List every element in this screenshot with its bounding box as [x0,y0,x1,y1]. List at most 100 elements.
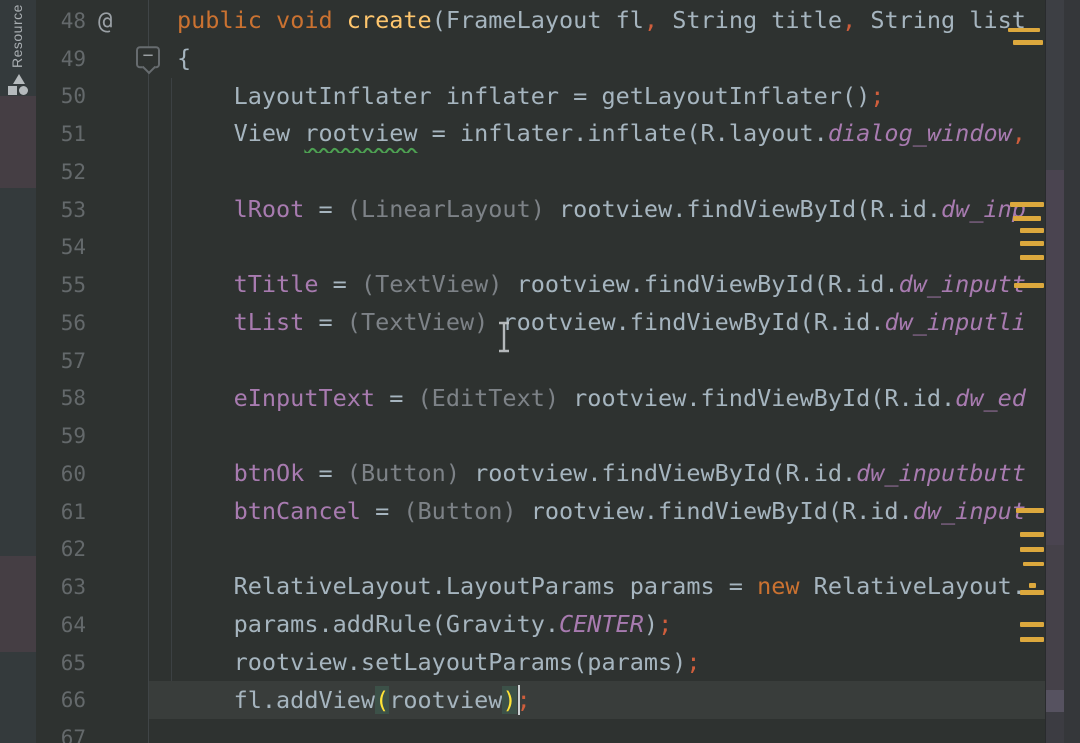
square-shape [8,86,17,95]
gutter-icon-zone[interactable] [86,568,148,606]
warning-stripe-mark[interactable] [1020,590,1044,595]
gutter-icon-zone[interactable] [86,380,148,418]
code-text[interactable]: RelativeLayout.LayoutParams params = new… [148,568,1045,606]
gutter-icon-zone[interactable] [86,417,148,455]
warning-stripe-mark[interactable] [1029,583,1036,588]
line-number[interactable]: 59 [36,424,86,448]
code-text[interactable]: params.addRule(Gravity.CENTER); [148,606,1045,644]
code-token: ; [686,647,701,676]
line-number[interactable]: 57 [36,349,86,373]
code-text[interactable]: { [148,40,1045,78]
gutter-icon-zone[interactable] [86,153,148,191]
code-line[interactable]: 63 RelativeLayout.LayoutParams params = … [36,568,1045,606]
tool-window-stripe[interactable]: Resource Manager [0,0,36,743]
gutter-icon-zone[interactable] [86,342,148,380]
gutter-icon-zone[interactable] [86,304,148,342]
code-line[interactable]: 61 btnCancel = (Button) rootview.findVie… [36,493,1045,531]
warning-stripe-mark[interactable] [1013,40,1043,45]
gutter-icon-zone[interactable] [86,229,148,267]
annotation-gutter-icon[interactable]: @ [98,7,112,35]
code-editor[interactable]: 48 @ public void create(FrameLayout fl, St… [36,2,1045,743]
warning-stripe-mark[interactable] [1014,283,1044,288]
gutter-icon-zone[interactable] [86,682,148,720]
code-line[interactable]: 59 [36,417,1045,455]
line-number[interactable]: 66 [36,688,86,712]
line-number[interactable]: 51 [36,122,86,146]
code-line[interactable]: 49 −{ [36,40,1045,78]
warning-stripe-mark[interactable] [1020,228,1044,233]
line-number[interactable]: 49 [36,47,86,71]
scrollbar-thumb[interactable] [1046,690,1065,712]
code-line[interactable]: 51 View rootview = inflater.inflate(R.la… [36,115,1045,153]
code-text[interactable]: rootview.setLayoutParams(params); [148,644,1045,682]
gutter-icon-zone[interactable] [86,266,148,304]
code-text[interactable]: public void create(FrameLayout fl, Strin… [148,2,1045,40]
line-number[interactable]: 48 [36,9,86,33]
warning-stripe-mark[interactable] [1023,562,1044,566]
resource-manager-tab-label[interactable]: Resource Manager [9,0,25,68]
line-number[interactable]: 60 [36,462,86,486]
line-number[interactable]: 54 [36,235,86,259]
code-line[interactable]: 56 tList = (TextView) rootview.findViewB… [36,304,1045,342]
code-line[interactable]: 66 fl.addView(rootview); [36,682,1045,720]
code-line[interactable]: 52 [36,153,1045,191]
line-number[interactable]: 63 [36,575,86,599]
code-line[interactable]: 54 [36,229,1045,267]
code-line[interactable]: 62 [36,531,1045,569]
fold-collapse-icon[interactable]: − [136,45,160,68]
code-line[interactable]: 64 params.addRule(Gravity.CENTER); [36,606,1045,644]
line-number[interactable]: 61 [36,500,86,524]
code-line[interactable]: 48 @ public void create(FrameLayout fl, St… [36,2,1045,40]
code-text[interactable]: tList = (TextView) rootview.findViewById… [148,304,1045,342]
warning-stripe-mark[interactable] [1020,622,1044,627]
code-line[interactable]: 55 tTitle = (TextView) rootview.findView… [36,266,1045,304]
code-line[interactable]: 57 [36,342,1045,380]
line-number[interactable]: 56 [36,311,86,335]
gutter-icon-zone[interactable] [86,719,148,743]
line-number[interactable]: 64 [36,613,86,637]
gutter-icon-zone[interactable] [86,191,148,229]
code-text[interactable]: lRoot = (LinearLayout) rootview.findView… [148,191,1045,229]
code-text[interactable]: tTitle = (TextView) rootview.findViewByI… [148,266,1045,304]
code-text[interactable]: LayoutInflater inflater = getLayoutInfla… [148,78,1045,116]
code-line[interactable]: 58 eInputText = (EditText) rootview.find… [36,380,1045,418]
code-line[interactable]: 53 lRoot = (LinearLayout) rootview.findV… [36,191,1045,229]
warning-stripe-mark[interactable] [1016,508,1044,513]
warning-stripe-mark[interactable] [1013,216,1041,221]
line-number[interactable]: 67 [36,726,86,743]
line-number[interactable]: 58 [36,386,86,410]
gutter-icon-zone[interactable]: − [86,40,160,78]
line-number[interactable]: 53 [36,198,86,222]
code-text[interactable]: eInputText = (EditText) rootview.findVie… [148,380,1045,418]
code-text[interactable]: fl.addView(rootview); [148,682,1045,720]
code-line[interactable]: 60 btnOk = (Button) rootview.findViewByI… [36,455,1045,493]
line-number[interactable]: 55 [36,273,86,297]
code-text[interactable]: btnCancel = (Button) rootview.findViewBy… [148,493,1045,531]
warning-stripe-mark[interactable] [1020,241,1044,246]
code-line[interactable]: 50 LayoutInflater inflater = getLayoutIn… [36,78,1045,116]
warning-stripe-mark[interactable] [1010,202,1044,207]
scrollbar-track[interactable] [1045,0,1065,743]
gutter-icon-zone[interactable] [86,644,148,682]
gutter-icon-zone[interactable] [86,531,148,569]
resource-manager-icon[interactable] [8,74,28,98]
gutter-icon-zone[interactable] [86,78,148,116]
line-number[interactable]: 50 [36,84,86,108]
warning-stripe-mark[interactable] [1020,532,1044,537]
code-line[interactable]: 67 [36,719,1045,743]
gutter-icon-zone[interactable] [86,455,148,493]
gutter-icon-zone[interactable] [86,606,148,644]
line-number[interactable]: 62 [36,537,86,561]
warning-stripe-mark[interactable] [1020,637,1044,642]
warning-stripe-mark[interactable] [1008,28,1040,32]
line-number[interactable]: 65 [36,651,86,675]
gutter-icon-zone[interactable] [86,493,148,531]
gutter-icon-zone[interactable] [86,115,148,153]
warning-stripe-mark[interactable] [1020,255,1044,260]
warning-stripe-mark[interactable] [1020,547,1044,552]
code-text[interactable]: btnOk = (Button) rootview.findViewById(R… [148,455,1045,493]
line-number[interactable]: 52 [36,160,86,184]
gutter-icon-zone[interactable]: @ [86,2,148,40]
code-line[interactable]: 65 rootview.setLayoutParams(params); [36,644,1045,682]
code-text[interactable]: View rootview = inflater.inflate(R.layou… [148,115,1045,153]
